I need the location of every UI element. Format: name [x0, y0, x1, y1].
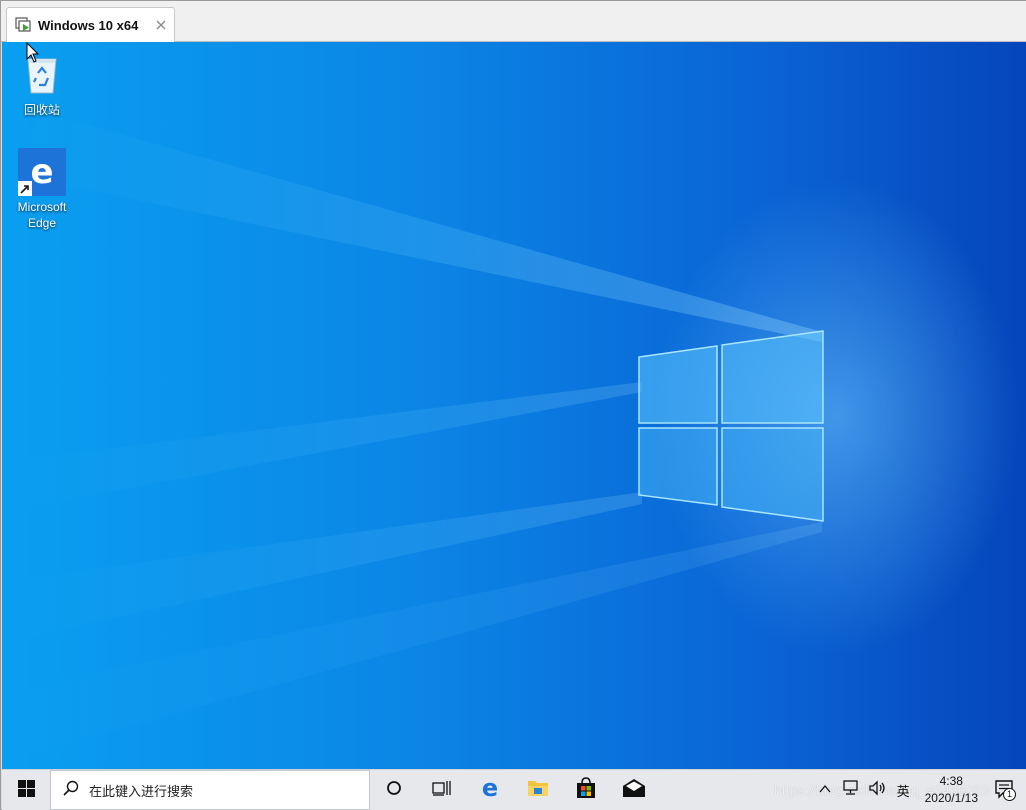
vm-tab-windows-10[interactable]: Windows 10 x64: [6, 7, 175, 42]
desktop-icon-label: Microsoft Edge: [17, 200, 67, 230]
wallpaper-light-beams: [2, 112, 824, 762]
network-icon: [841, 780, 859, 800]
start-button[interactable]: [2, 770, 50, 810]
task-view-button[interactable]: [418, 770, 466, 810]
taskbar-clock[interactable]: 4:38 2020/1/13: [915, 773, 988, 807]
volume-button[interactable]: [864, 770, 892, 810]
vm-tab-title: Windows 10 x64: [38, 17, 139, 33]
taskbar-file-explorer-button[interactable]: [514, 770, 562, 810]
notification-count-badge: 1: [1003, 788, 1016, 801]
svg-text:e: e: [30, 152, 53, 192]
chevron-up-icon: [819, 783, 831, 798]
vm-running-icon: [15, 16, 32, 34]
windows-start-icon: [17, 779, 35, 801]
vm-tab-bar: Windows 10 x64: [1, 1, 1026, 42]
volume-icon: [868, 780, 887, 800]
task-view-icon: [432, 780, 452, 800]
network-button[interactable]: [836, 770, 864, 810]
edge-icon: e: [18, 148, 66, 196]
edge-icon: e: [478, 774, 502, 804]
ime-label: 英: [896, 784, 910, 800]
taskbar-mail-button[interactable]: [610, 770, 658, 810]
taskbar: 在此键入进行搜索 e https://blog.csdn.net/qq_4543…: [2, 769, 1026, 810]
action-center-button[interactable]: 1: [988, 770, 1026, 810]
cortana-button[interactable]: [370, 770, 418, 810]
windows-logo: [638, 330, 824, 522]
desktop[interactable]: 回收站 e Microsoft Edge: [2, 42, 1026, 769]
file-explorer-icon: [527, 778, 549, 802]
ime-indicator[interactable]: 英: [892, 770, 915, 810]
search-placeholder: 在此键入进行搜索: [89, 784, 194, 800]
desktop-icon-recycle-bin[interactable]: 回收站: [3, 51, 81, 118]
clock-time: 4:38: [939, 774, 963, 788]
desktop-icon-edge[interactable]: e Microsoft Edge: [3, 148, 81, 231]
system-tray: 英 4:38 2020/1/13 1: [814, 770, 1026, 810]
show-hidden-icons-button[interactable]: [814, 770, 836, 810]
mouse-cursor-icon: [26, 42, 40, 68]
taskbar-edge-button[interactable]: e: [466, 770, 514, 810]
notification-icon: 1: [994, 779, 1016, 801]
vm-window: Windows 10 x64 回收站 e Microsoft Edge 在此键入…: [0, 0, 1026, 810]
cortana-icon: [386, 780, 402, 800]
close-icon[interactable]: [155, 16, 167, 30]
taskbar-search-box[interactable]: 在此键入进行搜索: [50, 770, 370, 810]
taskbar-store-button[interactable]: [562, 770, 610, 810]
mail-icon: [622, 778, 646, 802]
clock-date: 2020/1/13: [924, 791, 978, 805]
svg-text:e: e: [482, 776, 498, 800]
store-icon: [575, 777, 597, 803]
search-icon: [63, 780, 79, 800]
desktop-icon-label: 回收站: [23, 103, 60, 117]
